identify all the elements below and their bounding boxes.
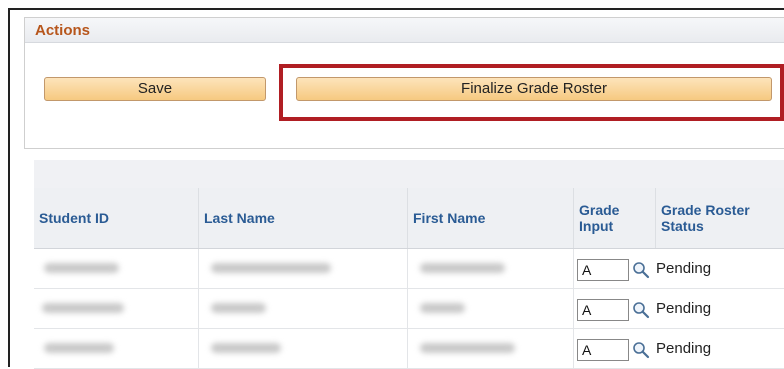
column-header-grade-input-label: Grade Input <box>579 202 620 234</box>
redacted-text <box>42 303 124 313</box>
magnifier-icon[interactable] <box>632 301 650 319</box>
grade-input[interactable] <box>577 299 629 321</box>
last-name-cell <box>198 289 407 329</box>
save-button[interactable]: Save <box>44 77 266 101</box>
grade-cell: Pending <box>573 329 784 369</box>
grade-input[interactable] <box>577 339 629 361</box>
grade-cell: Pending <box>573 249 784 289</box>
grade-roster-status: Pending <box>656 260 712 277</box>
finalize-highlight-box <box>279 64 784 121</box>
grade-input[interactable] <box>577 259 629 281</box>
redacted-text <box>420 263 505 273</box>
column-header-last-name: Last Name <box>198 188 407 248</box>
redacted-text <box>211 263 331 273</box>
actions-title: Actions <box>35 22 91 39</box>
student-id-cell <box>34 329 198 369</box>
grid-toolbar <box>34 160 784 188</box>
column-header-first-name: First Name <box>407 188 573 248</box>
magnifier-icon[interactable] <box>632 261 650 279</box>
first-name-cell <box>407 249 573 289</box>
column-header-first-name-label: First Name <box>413 210 486 226</box>
column-header-grade-input: Grade Input <box>573 188 655 248</box>
actions-header: Actions <box>25 18 784 43</box>
redacted-text <box>211 303 266 313</box>
first-name-cell <box>407 289 573 329</box>
grid-header-row: Student ID Last Name First Name Grade In… <box>34 188 784 249</box>
grade-roster-status: Pending <box>656 340 712 357</box>
redacted-text <box>211 343 281 353</box>
first-name-cell <box>407 329 573 369</box>
column-header-last-name-label: Last Name <box>204 210 275 226</box>
redacted-text <box>44 263 119 273</box>
last-name-cell <box>198 329 407 369</box>
redacted-text <box>420 303 465 313</box>
grade-cell: Pending <box>573 289 784 329</box>
column-header-grade-roster-status-label: Grade Roster Status <box>661 202 750 234</box>
grade-roster-status: Pending <box>656 300 712 317</box>
table-row: Pending <box>34 329 784 369</box>
table-row: Pending <box>34 289 784 329</box>
student-id-cell <box>34 249 198 289</box>
last-name-cell <box>198 249 407 289</box>
grade-roster-grid: Student ID Last Name First Name Grade In… <box>34 160 784 369</box>
student-id-cell <box>34 289 198 329</box>
table-row: Pending <box>34 249 784 289</box>
redacted-text <box>420 343 515 353</box>
redacted-text <box>44 343 114 353</box>
magnifier-icon[interactable] <box>632 341 650 359</box>
column-header-student-id: Student ID <box>34 188 198 248</box>
column-header-grade-roster-status: Grade Roster Status <box>655 188 784 248</box>
column-header-student-id-label: Student ID <box>39 210 109 226</box>
